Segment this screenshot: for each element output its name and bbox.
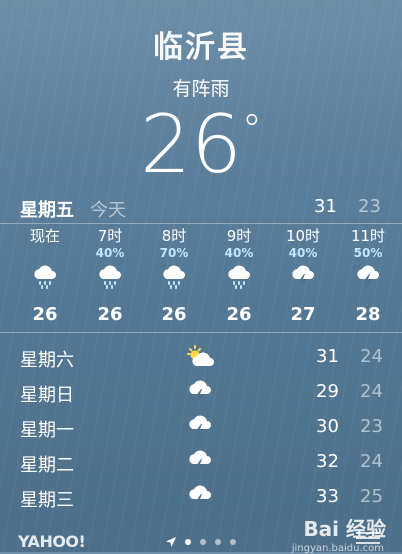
partly-sunny-icon bbox=[183, 342, 217, 372]
hour-temp: 28 bbox=[355, 304, 381, 325]
day-high: 33 bbox=[316, 486, 339, 507]
day-low: 24 bbox=[360, 381, 383, 402]
page-dot[interactable] bbox=[185, 538, 191, 545]
rain-cloud-icon bbox=[15, 260, 75, 294]
day-name: 星期一 bbox=[20, 420, 74, 441]
thunderstorm-icon bbox=[338, 260, 398, 294]
hour-item: 现在 26 bbox=[15, 226, 75, 325]
degree-symbol: ° bbox=[241, 107, 262, 153]
day-name: 星期六 bbox=[20, 350, 74, 371]
hour-temp: 26 bbox=[161, 304, 187, 325]
location-arrow-icon bbox=[166, 532, 176, 551]
watermark: Bai 经验 bbox=[303, 517, 386, 541]
hour-temp: 26 bbox=[97, 304, 123, 325]
thunderstorm-icon bbox=[183, 377, 217, 407]
yahoo-logo[interactable]: YAHOO! bbox=[18, 532, 86, 551]
day-name: 星期二 bbox=[20, 455, 74, 476]
page-indicator[interactable] bbox=[166, 532, 236, 551]
day-high: 31 bbox=[316, 346, 339, 367]
thunderstorm-icon bbox=[183, 412, 217, 442]
day-high: 32 bbox=[316, 451, 339, 472]
day-low: 24 bbox=[360, 346, 383, 367]
hour-item: 9时 40% 26 bbox=[209, 226, 269, 325]
hour-item: 11时 50% 28 bbox=[338, 226, 398, 325]
day-name: 星期日 bbox=[20, 385, 74, 406]
day-row: 星期二 32 24 bbox=[0, 445, 402, 480]
today-low: 23 bbox=[358, 196, 381, 217]
divider-bottom bbox=[0, 332, 402, 333]
day-low: 24 bbox=[360, 451, 383, 472]
hour-precip: 40% bbox=[224, 246, 254, 260]
hour-time: 9时 bbox=[226, 227, 252, 245]
rain-cloud-icon bbox=[144, 260, 204, 294]
daily-forecast: 星期六 31 24 星期日 29 24 星期一 30 23 星期二 32 24 … bbox=[0, 340, 402, 515]
day-low: 23 bbox=[360, 416, 383, 437]
watermark-url: jingyan.baidu.com bbox=[291, 543, 384, 554]
hour-precip: 70% bbox=[159, 246, 189, 260]
page-dot[interactable] bbox=[215, 538, 221, 545]
thunderstorm-icon bbox=[273, 260, 333, 294]
thunderstorm-icon bbox=[183, 482, 217, 512]
rain-cloud-icon bbox=[80, 260, 140, 294]
rain-cloud-icon bbox=[209, 260, 269, 294]
today-day: 星期五 bbox=[20, 200, 74, 221]
hour-precip bbox=[15, 246, 75, 260]
hour-item: 8时 70% 26 bbox=[144, 226, 204, 325]
hour-temp: 26 bbox=[32, 304, 58, 325]
hour-precip: 40% bbox=[288, 246, 318, 260]
thunderstorm-icon bbox=[183, 447, 217, 477]
day-low: 25 bbox=[360, 486, 383, 507]
day-name: 星期三 bbox=[20, 490, 74, 511]
current-temperature: 26° bbox=[0, 100, 402, 190]
day-row: 星期日 29 24 bbox=[0, 375, 402, 410]
today-label: 今天 bbox=[90, 200, 126, 221]
city-name: 临沂县 bbox=[153, 30, 249, 65]
page-dot[interactable] bbox=[230, 538, 236, 545]
hour-temp: 27 bbox=[290, 304, 316, 325]
today-summary: 星期五 今天 31 23 bbox=[0, 192, 402, 221]
hour-time: 7时 bbox=[97, 227, 123, 245]
hour-precip: 40% bbox=[95, 246, 125, 260]
hour-time: 10时 bbox=[285, 227, 321, 245]
today-high: 31 bbox=[314, 196, 337, 217]
day-row: 星期三 33 25 bbox=[0, 480, 402, 515]
day-row: 星期六 31 24 bbox=[0, 340, 402, 375]
divider-top bbox=[0, 223, 402, 224]
hour-time: 现在 bbox=[29, 227, 60, 245]
page-dot[interactable] bbox=[200, 538, 206, 545]
temperature-value: 26 bbox=[140, 98, 242, 191]
hour-item: 10时 40% 27 bbox=[273, 226, 333, 325]
hourly-forecast[interactable]: 现在 26 7时 40% 26 8时 70% 26 9时 40% 26 10时 … bbox=[0, 226, 402, 330]
hour-precip: 50% bbox=[353, 246, 383, 260]
day-high: 29 bbox=[316, 381, 339, 402]
day-row: 星期一 30 23 bbox=[0, 410, 402, 445]
day-high: 30 bbox=[316, 416, 339, 437]
hour-temp: 26 bbox=[226, 304, 252, 325]
condition-text: 有阵雨 bbox=[172, 78, 230, 100]
hour-item: 7时 40% 26 bbox=[80, 226, 140, 325]
hour-time: 8时 bbox=[161, 227, 187, 245]
hour-time: 11时 bbox=[350, 227, 386, 245]
